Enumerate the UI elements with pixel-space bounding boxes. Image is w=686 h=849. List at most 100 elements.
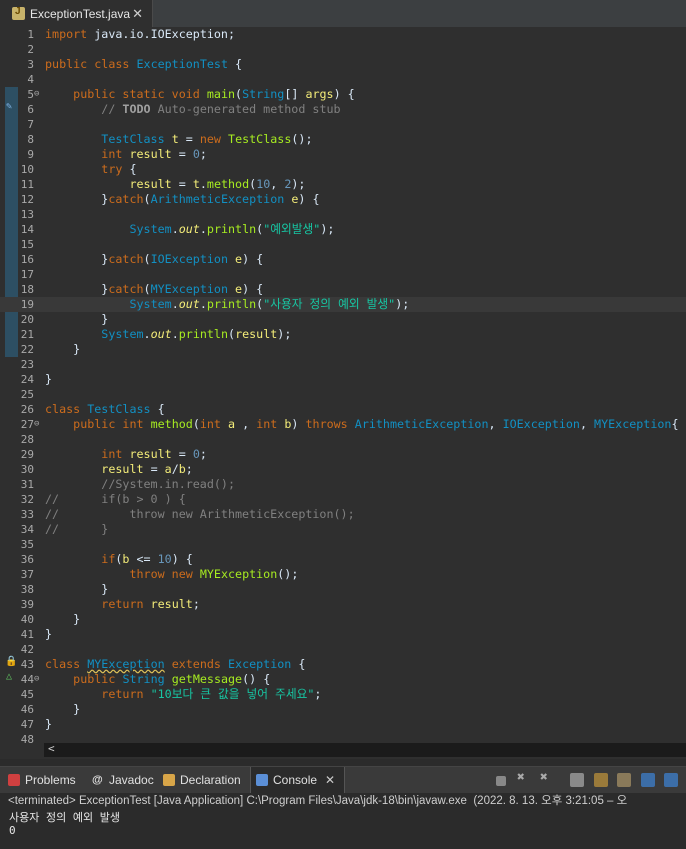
code-line[interactable]: 9 int result = 0; (0, 147, 686, 162)
pin-console-icon[interactable] (641, 773, 655, 787)
word-wrap-icon[interactable] (617, 773, 631, 787)
code-line[interactable]: 45 return "10보다 큰 값을 넣어 주세요"; (0, 687, 686, 702)
code-line[interactable]: 12 }catch(ArithmeticException e) { (0, 192, 686, 207)
close-console-icon[interactable]: ✕ (325, 773, 335, 787)
remove-all-icon[interactable]: ✖ (540, 770, 554, 785)
code-line[interactable]: 18 }catch(MYException e) { (0, 282, 686, 297)
code-line[interactable]: 39 return result; (0, 597, 686, 612)
line-number: 9 (27, 148, 34, 161)
line-number: 41 (20, 628, 34, 641)
code-line[interactable]: 27 ⊖ public int method(int a , int b) thr… (0, 417, 686, 432)
code-text: }catch(ArithmeticException e) { (45, 192, 320, 206)
code-line[interactable]: 5 ⊖ public static void main(String[] args… (0, 87, 686, 102)
line-number: 34 (20, 523, 34, 536)
code-text: } (45, 372, 53, 386)
scroll-left-icon[interactable]: < (48, 742, 55, 755)
code-line[interactable]: 15 (0, 237, 686, 252)
fold-toggle-icon[interactable]: ⊖ (34, 672, 39, 687)
code-line[interactable]: 35 (0, 537, 686, 552)
line-number: 4 (27, 73, 34, 86)
code-line[interactable]: 24} (0, 372, 686, 387)
line-number: 37 (20, 568, 34, 581)
panel-tab-bar: Problems @ Javadoc Declaration Console ✕… (0, 766, 686, 793)
line-number: 13 (20, 208, 34, 221)
code-line[interactable]: 37 throw new MYException(); (0, 567, 686, 582)
code-line[interactable]: 34 // } (0, 522, 686, 537)
close-icon[interactable]: ✕ (132, 6, 143, 22)
code-text: // throw new ArithmeticException(); (45, 507, 355, 521)
fold-toggle-icon[interactable]: ⊖ (34, 87, 39, 102)
code-line[interactable]: 10 try { (0, 162, 686, 177)
code-text: import java.io.IOException; (45, 27, 236, 41)
code-line[interactable]: 46 } (0, 702, 686, 717)
line-number: 6 (27, 103, 34, 116)
line-number: 1 (27, 28, 34, 41)
code-line[interactable]: 33 // throw new ArithmeticException(); (0, 507, 686, 522)
code-line[interactable]: 25 (0, 387, 686, 402)
line-number: 32 (20, 493, 34, 506)
line-number: 39 (20, 598, 34, 611)
display-console-icon[interactable] (664, 773, 678, 787)
code-line[interactable]: 4 (0, 72, 686, 87)
code-text: // TODO Auto-generated method stub (101, 102, 341, 116)
code-line[interactable]: 20 } (0, 312, 686, 327)
code-line[interactable]: 3 public class ExceptionTest { (0, 57, 686, 72)
code-line[interactable]: 30 result = a/b; (0, 462, 686, 477)
line-number: 19 (20, 298, 34, 311)
warning-icon: 🔒 (5, 656, 18, 667)
line-number: 21 (20, 328, 34, 341)
editor-tab-bar: ExceptionTest.java ✕ (0, 0, 686, 28)
code-line[interactable]: 47} (0, 717, 686, 732)
code-line[interactable]: 38 } (0, 582, 686, 597)
tab-declaration[interactable]: Declaration (163, 767, 241, 793)
tab-console[interactable]: Console ✕ (250, 767, 345, 793)
code-text: } (45, 342, 81, 356)
code-line[interactable]: 32 // if(b > 0 ) { (0, 492, 686, 507)
task-icon: ✎ (6, 101, 13, 112)
line-number: 27 (20, 418, 34, 431)
code-line[interactable]: 43 class MYException extends Exception { (0, 657, 686, 672)
line-number: 44 (20, 673, 34, 686)
code-line[interactable]: 44 ⊖ public String getMessage() { (0, 672, 686, 687)
line-number: 15 (20, 238, 34, 251)
code-line[interactable]: 7 (0, 117, 686, 132)
code-line[interactable]: 14 System.out.println("예외발생"); (0, 222, 686, 237)
code-text: class TestClass { (45, 402, 165, 416)
code-line[interactable]: 28 (0, 432, 686, 447)
tab-problems[interactable]: Problems (8, 767, 76, 793)
tab-javadoc[interactable]: @ Javadoc (92, 767, 154, 793)
code-line[interactable]: 41} (0, 627, 686, 642)
code-text: } (45, 627, 53, 641)
code-line[interactable]: 1 import java.io.IOException; (0, 27, 686, 42)
code-line[interactable]: 13 (0, 207, 686, 222)
code-line[interactable]: 36 if(b <= 10) { (0, 552, 686, 567)
code-line[interactable]: 23 (0, 357, 686, 372)
line-number: 28 (20, 433, 34, 446)
code-editor[interactable]: 1 import java.io.IOException; 2 3 public cla… (0, 27, 686, 757)
terminate-icon[interactable] (496, 776, 506, 786)
horizontal-scrollbar[interactable]: < (44, 742, 686, 757)
code-line[interactable]: 2 (0, 42, 686, 57)
remove-launch-icon[interactable]: ✖ (517, 770, 531, 785)
code-line[interactable]: 11 result = t.method(10, 2); (0, 177, 686, 192)
code-text: int result = 0; (101, 447, 207, 461)
code-line[interactable]: 26 class TestClass { (0, 402, 686, 417)
code-line[interactable]: 42 (0, 642, 686, 657)
code-line[interactable]: 29 int result = 0; (0, 447, 686, 462)
code-line[interactable]: 22 } (0, 342, 686, 357)
editor-tab[interactable]: ExceptionTest.java ✕ (0, 0, 153, 27)
code-text: } (45, 312, 109, 326)
code-line[interactable]: 16 }catch(IOException e) { (0, 252, 686, 267)
scroll-lock-icon[interactable] (594, 773, 608, 787)
code-line[interactable]: 6 // TODO Auto-generated method stub (0, 102, 686, 117)
fold-toggle-icon[interactable]: ⊖ (34, 417, 39, 432)
code-line[interactable]: 8 TestClass t = new TestClass(); (0, 132, 686, 147)
clear-console-icon[interactable] (570, 773, 584, 787)
code-line[interactable]: 40 } (0, 612, 686, 627)
code-line[interactable]: 17 (0, 267, 686, 282)
code-text: //System.in.read(); (101, 477, 235, 491)
code-text: throw new MYException(); (129, 567, 299, 581)
code-line[interactable]: 21 System.out.println(result); (0, 327, 686, 342)
code-line[interactable]: 19 System.out.println("사용자 정의 예외 발생"); (0, 297, 686, 312)
code-line[interactable]: 31 //System.in.read(); (0, 477, 686, 492)
